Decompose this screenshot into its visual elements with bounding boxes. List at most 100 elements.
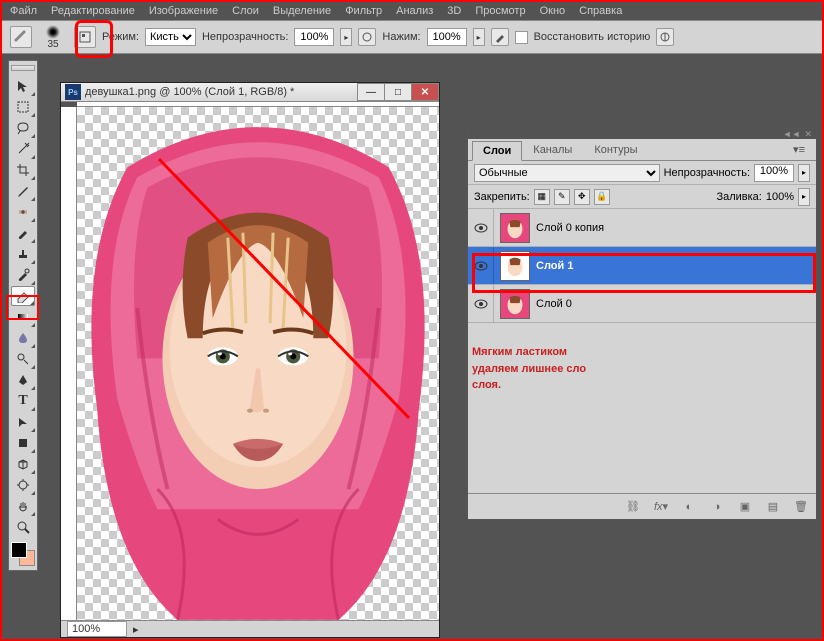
lock-all-icon[interactable]: 🔒 xyxy=(594,189,610,205)
layer-mask-icon[interactable]: ◐ xyxy=(680,499,698,515)
opacity-pressure-toggle[interactable] xyxy=(358,28,376,46)
layer-thumb-0[interactable] xyxy=(500,213,530,243)
visibility-toggle-1[interactable] xyxy=(468,247,494,284)
annotation-line-2: удаляем лишнее сло xyxy=(472,361,586,378)
flow-arrow[interactable]: ▸ xyxy=(473,28,485,46)
3d-camera-tool[interactable] xyxy=(11,475,35,495)
menu-layers[interactable]: Слои xyxy=(232,5,259,17)
lock-pixels-icon[interactable]: ✎ xyxy=(554,189,570,205)
foreground-color[interactable] xyxy=(11,542,27,558)
layer-thumb-1[interactable] xyxy=(500,251,530,281)
layer-row-2[interactable]: Слой 0 xyxy=(468,285,816,323)
menu-select[interactable]: Выделение xyxy=(273,5,331,17)
vertical-ruler[interactable] xyxy=(61,107,77,620)
3d-tool[interactable] xyxy=(11,454,35,474)
path-select-tool[interactable] xyxy=(11,412,35,432)
panel-menu-icon[interactable]: ▾≡ xyxy=(782,139,816,160)
move-tool[interactable] xyxy=(11,76,35,96)
hand-tool[interactable] xyxy=(11,496,35,516)
annotation-text: Мягким ластиком удаляем лишнее сло слоя. xyxy=(472,344,586,394)
type-tool[interactable]: T xyxy=(11,391,35,411)
adjustment-layer-icon[interactable]: ◑ xyxy=(708,499,726,515)
fill-label: Заливка: xyxy=(716,191,761,203)
layer-opacity-label: Непрозрачность: xyxy=(664,167,750,179)
tablet-pressure-toggle[interactable] xyxy=(656,28,674,46)
eraser-tool[interactable] xyxy=(11,286,35,306)
zoom-input[interactable]: 100% xyxy=(67,621,127,637)
shape-tool[interactable] xyxy=(11,433,35,453)
tool-preset-picker[interactable] xyxy=(10,26,32,48)
menu-analysis[interactable]: Анализ xyxy=(396,5,433,17)
lock-transparency-icon[interactable]: ▦ xyxy=(534,189,550,205)
collapse-icon[interactable]: ◄◄ xyxy=(783,129,801,139)
fill-arrow[interactable]: ▸ xyxy=(798,188,810,206)
color-swatch[interactable] xyxy=(11,542,35,566)
tab-paths[interactable]: Контуры xyxy=(583,140,648,160)
blend-mode-select[interactable]: Обычные xyxy=(474,164,660,182)
panel-header[interactable]: ◄◄✕ xyxy=(468,129,816,139)
blur-tool[interactable] xyxy=(11,328,35,348)
lock-position-icon[interactable]: ✥ xyxy=(574,189,590,205)
menu-image[interactable]: Изображение xyxy=(149,5,218,17)
menu-3d[interactable]: 3D xyxy=(447,5,461,17)
fill-input[interactable]: 100% xyxy=(766,191,794,203)
layer-name-2[interactable]: Слой 0 xyxy=(536,298,816,310)
opacity-arrow[interactable]: ▸ xyxy=(340,28,352,46)
menu-help[interactable]: Справка xyxy=(579,5,622,17)
minimize-button[interactable]: — xyxy=(357,83,385,101)
layer-fx-icon[interactable]: fx▾ xyxy=(652,499,670,515)
pen-tool[interactable] xyxy=(11,370,35,390)
healing-tool[interactable] xyxy=(11,202,35,222)
panel-footer: ⛓ fx▾ ◐ ◑ ▣ ▤ 🗑 xyxy=(468,493,816,519)
tab-layers[interactable]: Слои xyxy=(472,141,522,161)
restore-history-label: Восстановить историю xyxy=(534,31,651,43)
brush-panel-toggle[interactable] xyxy=(74,26,96,48)
stamp-tool[interactable] xyxy=(11,244,35,264)
menu-window[interactable]: Окно xyxy=(540,5,566,17)
status-arrow-icon[interactable]: ▸ xyxy=(133,623,139,636)
layer-opacity-input[interactable]: 100% xyxy=(754,164,794,182)
restore-history-checkbox[interactable] xyxy=(515,31,528,44)
brush-preset-picker[interactable]: 35 xyxy=(38,22,68,52)
mode-select[interactable]: Кисть xyxy=(145,28,196,46)
marquee-tool[interactable] xyxy=(11,97,35,117)
layer-name-1[interactable]: Слой 1 xyxy=(536,260,816,272)
layer-row-1[interactable]: Слой 1 xyxy=(468,247,816,285)
opacity-input[interactable] xyxy=(294,28,334,46)
menu-view[interactable]: Просмотр xyxy=(475,5,525,17)
layer-name-0[interactable]: Слой 0 копия xyxy=(536,222,816,234)
toolbox: T xyxy=(8,60,38,571)
toolbox-drag-handle[interactable] xyxy=(11,65,35,71)
crop-tool[interactable] xyxy=(11,160,35,180)
new-layer-icon[interactable]: ▤ xyxy=(764,499,782,515)
menu-file[interactable]: Файл xyxy=(10,5,37,17)
airbrush-toggle[interactable] xyxy=(491,28,509,46)
layer-row-0[interactable]: Слой 0 копия xyxy=(468,209,816,247)
lasso-tool[interactable] xyxy=(11,118,35,138)
link-layers-icon[interactable]: ⛓ xyxy=(624,499,642,515)
flow-input[interactable] xyxy=(427,28,467,46)
visibility-toggle-2[interactable] xyxy=(468,285,494,322)
tab-channels[interactable]: Каналы xyxy=(522,140,583,160)
menu-filter[interactable]: Фильтр xyxy=(345,5,382,17)
close-button[interactable]: ✕ xyxy=(411,83,439,101)
eyedropper-tool[interactable] xyxy=(11,181,35,201)
zoom-tool[interactable] xyxy=(11,517,35,537)
visibility-toggle-0[interactable] xyxy=(468,209,494,246)
panel-close-icon[interactable]: ✕ xyxy=(804,129,812,140)
brush-tool[interactable] xyxy=(11,223,35,243)
delete-layer-icon[interactable]: 🗑 xyxy=(792,499,810,515)
document-titlebar[interactable]: Ps девушка1.png @ 100% (Слой 1, RGB/8) *… xyxy=(61,83,439,102)
gradient-tool[interactable] xyxy=(11,307,35,327)
history-brush-tool[interactable] xyxy=(11,265,35,285)
layer-thumb-2[interactable] xyxy=(500,289,530,319)
annotation-line-1: Мягким ластиком xyxy=(472,344,586,361)
canvas[interactable] xyxy=(77,107,439,620)
brush-size-label: 35 xyxy=(47,39,58,50)
layer-opacity-arrow[interactable]: ▸ xyxy=(798,164,810,182)
maximize-button[interactable]: □ xyxy=(384,83,412,101)
layer-group-icon[interactable]: ▣ xyxy=(736,499,754,515)
menu-edit[interactable]: Редактирование xyxy=(51,5,135,17)
wand-tool[interactable] xyxy=(11,139,35,159)
dodge-tool[interactable] xyxy=(11,349,35,369)
